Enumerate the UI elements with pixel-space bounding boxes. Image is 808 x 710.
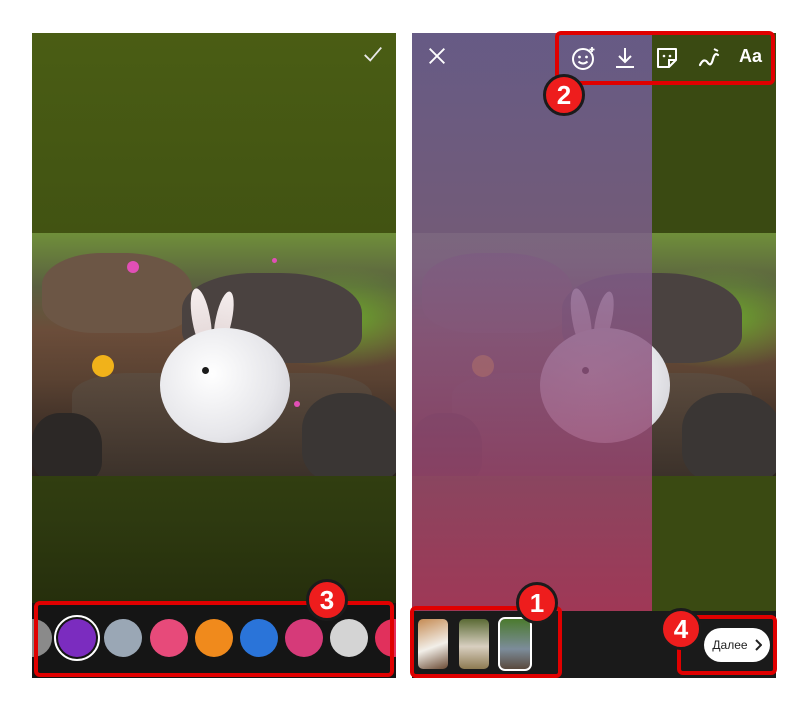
right-story-editor: Aa Далее — [412, 33, 776, 678]
close-icon[interactable] — [426, 45, 448, 67]
callout-badge-4: 4 — [660, 608, 702, 650]
checkmark-icon[interactable] — [362, 43, 384, 65]
highlight-toolbar — [555, 31, 775, 85]
left-story-editor — [32, 33, 396, 678]
callout-badge-1: 1 — [516, 582, 558, 624]
callout-badge-3: 3 — [306, 579, 348, 621]
color-overlay — [412, 33, 652, 611]
callout-badge-2: 2 — [543, 74, 585, 116]
bunny-photo — [32, 233, 396, 476]
